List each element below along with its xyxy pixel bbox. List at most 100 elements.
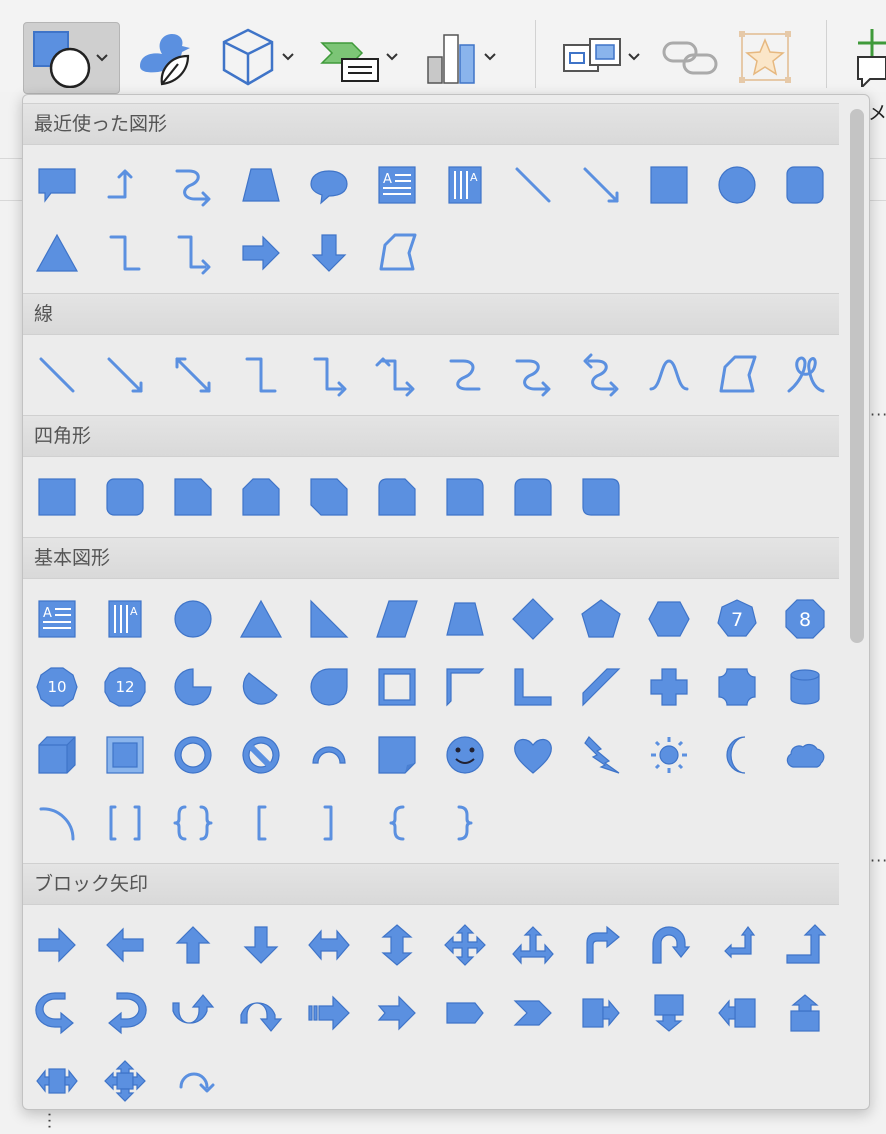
shape-block-right[interactable] [23, 911, 91, 979]
shape-pentagon[interactable] [567, 585, 635, 653]
shape-oval[interactable] [703, 151, 771, 219]
smartart-button[interactable] [318, 22, 410, 92]
shape-round-diagonal[interactable] [567, 463, 635, 531]
shape-arc[interactable] [23, 789, 91, 857]
shape-block-bent[interactable] [567, 911, 635, 979]
shape-line-arrow[interactable] [91, 341, 159, 409]
shape-block-left[interactable] [91, 911, 159, 979]
shape-line-arrow[interactable] [567, 151, 635, 219]
shape-no-symbol[interactable] [227, 721, 295, 789]
shape-hexagon[interactable] [635, 585, 703, 653]
shape-round-single-corner[interactable] [431, 463, 499, 531]
shape-block-quad-callout[interactable] [91, 1047, 159, 1109]
shape-elbow-connector-arrow[interactable] [295, 341, 363, 409]
shape-lightning[interactable] [567, 721, 635, 789]
shape-block-left-up[interactable] [703, 911, 771, 979]
shape-block-up-callout[interactable] [771, 979, 839, 1047]
shape-curve[interactable] [635, 341, 703, 409]
shape-teardrop[interactable] [295, 653, 363, 721]
shape-text-box-vertical[interactable]: A [91, 585, 159, 653]
shape-heptagon[interactable]: 7 [703, 585, 771, 653]
shape-diagonal-stripe[interactable] [567, 653, 635, 721]
shape-curved-connector-double-arrow[interactable] [567, 341, 635, 409]
shape-scribble[interactable] [771, 341, 839, 409]
shape-parallelogram[interactable] [363, 585, 431, 653]
shape-dodecagon[interactable]: 12 [91, 653, 159, 721]
shape-line[interactable] [23, 341, 91, 409]
shape-oval[interactable] [159, 585, 227, 653]
shape-pie[interactable] [159, 653, 227, 721]
shape-snip-diagonal[interactable] [295, 463, 363, 531]
shape-snip-same-side[interactable] [227, 463, 295, 531]
shape-rectangle[interactable] [23, 463, 91, 531]
shape-sun[interactable] [635, 721, 703, 789]
chart-button[interactable] [424, 22, 512, 92]
shape-cloud[interactable] [771, 721, 839, 789]
shape-block-quad[interactable] [431, 911, 499, 979]
shape-cross[interactable] [635, 653, 703, 721]
shape-block-left-right-callout[interactable] [23, 1047, 91, 1109]
shape-line-double-arrow[interactable] [159, 341, 227, 409]
shape-l-shape[interactable] [499, 653, 567, 721]
link-button[interactable] [660, 22, 722, 92]
shape-elbow-connector[interactable] [227, 341, 295, 409]
shape-elbow-connector-arrow[interactable] [159, 219, 227, 287]
shape-frame[interactable] [363, 653, 431, 721]
3d-models-button[interactable] [218, 22, 306, 92]
shape-can[interactable] [771, 653, 839, 721]
shape-block-left-callout[interactable] [703, 979, 771, 1047]
shape-down-arrow[interactable] [295, 219, 363, 287]
scrollbar-thumb[interactable] [850, 109, 864, 643]
shape-rounded-rectangle[interactable] [91, 463, 159, 531]
shape-right-bracket[interactable] [295, 789, 363, 857]
shape-donut[interactable] [159, 721, 227, 789]
shape-right-brace[interactable] [431, 789, 499, 857]
shape-block-curved-down[interactable] [227, 979, 295, 1047]
shape-triangle[interactable] [227, 585, 295, 653]
shape-heart[interactable] [499, 721, 567, 789]
shape-double-brace[interactable] [159, 789, 227, 857]
shape-block-bent-up[interactable] [771, 911, 839, 979]
comment-button[interactable] [850, 22, 886, 92]
shape-right-triangle[interactable] [295, 585, 363, 653]
shape-half-frame[interactable] [431, 653, 499, 721]
action-button[interactable] [736, 22, 798, 92]
shape-trapezoid[interactable] [431, 585, 499, 653]
shape-block-up-down[interactable] [363, 911, 431, 979]
shape-left-brace[interactable] [363, 789, 431, 857]
shape-block-down[interactable] [227, 911, 295, 979]
shape-block-chevron[interactable] [499, 979, 567, 1047]
shape-block-circular[interactable] [159, 1047, 227, 1109]
shape-triangle[interactable] [23, 219, 91, 287]
shape-rounded-rectangle[interactable] [771, 151, 839, 219]
shape-block-u-turn[interactable] [635, 911, 703, 979]
shape-text-box-horizontal[interactable]: A [23, 585, 91, 653]
shape-speech-bubble-oval[interactable] [295, 151, 363, 219]
shape-smiley[interactable] [431, 721, 499, 789]
shape-block-right-callout[interactable] [567, 979, 635, 1047]
shape-block-down-callout[interactable] [635, 979, 703, 1047]
shape-diamond[interactable] [499, 585, 567, 653]
shape-trapezoid[interactable] [227, 151, 295, 219]
screenshot-button[interactable] [562, 22, 648, 92]
shape-right-arrow[interactable] [227, 219, 295, 287]
shape-block-pentagon[interactable] [431, 979, 499, 1047]
shape-chord[interactable] [227, 653, 295, 721]
shape-block-striped-right[interactable] [295, 979, 363, 1047]
icons-button[interactable] [132, 22, 196, 92]
shape-curved-connector-arrow[interactable] [499, 341, 567, 409]
shape-left-bracket[interactable] [227, 789, 295, 857]
shape-text-box-horizontal[interactable]: A [363, 151, 431, 219]
shape-block-curved-left[interactable] [91, 979, 159, 1047]
shape-rectangle[interactable] [635, 151, 703, 219]
shape-snip-round-corner[interactable] [363, 463, 431, 531]
shape-octagon[interactable]: 8 [771, 585, 839, 653]
shape-callout-rect[interactable] [23, 151, 91, 219]
shape-block-up[interactable] [159, 911, 227, 979]
shape-decagon[interactable]: 10 [23, 653, 91, 721]
shape-block-notched-right[interactable] [363, 979, 431, 1047]
shape-freeform[interactable] [363, 219, 431, 287]
shape-block-curved-right[interactable] [23, 979, 91, 1047]
shape-text-box-vertical[interactable]: A [431, 151, 499, 219]
shape-double-bracket[interactable] [91, 789, 159, 857]
